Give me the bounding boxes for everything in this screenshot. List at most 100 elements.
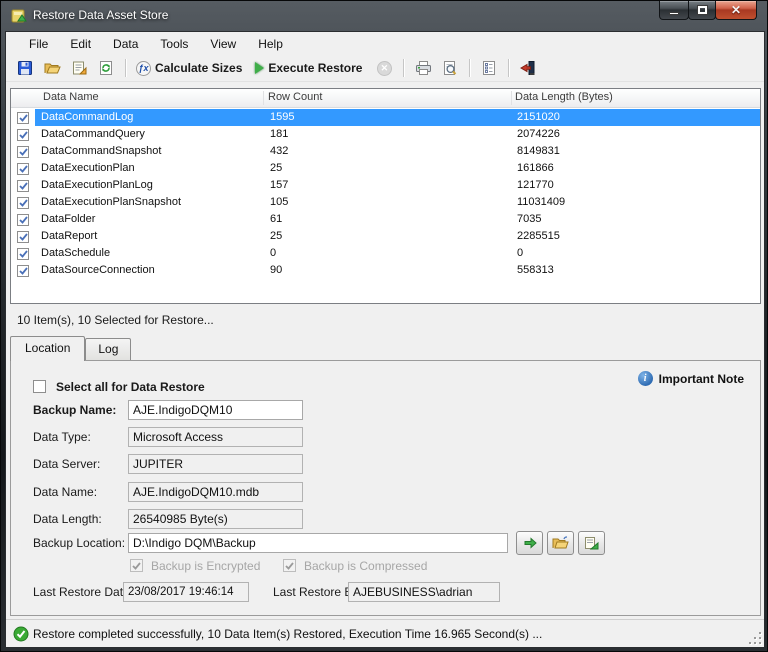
data-name-label: Data Name: xyxy=(33,482,97,502)
row-checkbox[interactable] xyxy=(11,194,35,211)
row-length: 2151020 xyxy=(517,109,560,126)
title-bar[interactable]: Restore Data Asset Store ✕ xyxy=(1,1,767,31)
report-icon xyxy=(481,60,497,76)
important-note-link[interactable]: i Important Note xyxy=(638,371,744,386)
row-data-name: DataSchedule xyxy=(41,245,110,262)
row-count: 90 xyxy=(270,262,282,279)
execute-restore-label: Execute Restore xyxy=(268,61,362,75)
table-row[interactable]: DataCommandLog 1595 2151020 xyxy=(11,109,760,126)
calculate-sizes-button[interactable]: ƒx Calculate Sizes xyxy=(134,57,248,79)
play-icon xyxy=(255,62,264,74)
close-icon: ✕ xyxy=(731,3,741,17)
toolbar-separator xyxy=(125,59,126,77)
column-header-data-name[interactable]: Data Name xyxy=(43,91,99,103)
print-button[interactable] xyxy=(412,57,434,79)
row-length: 2074226 xyxy=(517,126,560,143)
table-row[interactable]: DataReport252285515 xyxy=(11,228,760,245)
calculate-icon: ƒx xyxy=(136,61,151,76)
menu-item-help[interactable]: Help xyxy=(247,34,294,54)
row-data-name: DataSourceConnection xyxy=(41,262,155,279)
row-checkbox[interactable] xyxy=(11,262,35,279)
exit-button[interactable] xyxy=(517,57,539,79)
menu-item-data[interactable]: Data xyxy=(102,34,149,54)
properties-button[interactable] xyxy=(68,57,90,79)
row-checkbox[interactable] xyxy=(11,126,35,143)
print-preview-icon xyxy=(442,60,458,76)
table-row[interactable]: DataExecutionPlanSnapshot 105 11031409 xyxy=(11,194,760,211)
selection-summary: 10 Item(s), 10 Selected for Restore... xyxy=(10,305,761,335)
backup-name-input[interactable] xyxy=(128,400,303,420)
minimize-button[interactable] xyxy=(659,1,689,20)
row-count: 105 xyxy=(270,194,288,211)
row-length: 161866 xyxy=(517,160,554,177)
execute-restore-button[interactable]: Execute Restore xyxy=(253,57,368,79)
open-button[interactable] xyxy=(41,57,63,79)
menu-item-view[interactable]: View xyxy=(199,34,247,54)
table-row[interactable]: DataExecutionPlan25161866 xyxy=(11,160,760,177)
info-icon: i xyxy=(638,371,653,386)
menu-item-edit[interactable]: Edit xyxy=(59,34,102,54)
menu-bar: File Edit Data Tools View Help xyxy=(6,32,764,55)
tab-log[interactable]: Log xyxy=(85,338,131,360)
backup-location-input[interactable] xyxy=(128,533,508,553)
print-preview-button[interactable] xyxy=(439,57,461,79)
minimize-icon xyxy=(669,12,679,15)
maximize-icon xyxy=(698,6,707,14)
resize-grip[interactable] xyxy=(748,631,761,644)
table-row[interactable]: DataExecutionPlanLog157121770 xyxy=(11,177,760,194)
location-properties-icon xyxy=(584,536,599,550)
success-check-icon xyxy=(13,626,29,642)
checkbox-checked-icon xyxy=(19,182,28,190)
column-header-data-length[interactable]: Data Length (Bytes) xyxy=(515,91,613,103)
row-data-name: DataFolder xyxy=(41,211,95,228)
close-button[interactable]: ✕ xyxy=(715,1,757,20)
report-button[interactable] xyxy=(478,57,500,79)
table-row[interactable]: DataCommandQuery1812074226 xyxy=(11,126,760,143)
toolbar-separator xyxy=(403,59,404,77)
row-checkbox[interactable] xyxy=(11,211,35,228)
tab-location[interactable]: Location xyxy=(10,336,85,361)
row-checkbox[interactable] xyxy=(11,177,35,194)
row-checkbox[interactable] xyxy=(11,160,35,177)
row-length: 2285515 xyxy=(517,228,560,245)
row-checkbox[interactable] xyxy=(11,228,35,245)
column-header-row-count[interactable]: Row Count xyxy=(268,91,322,103)
row-count: 1595 xyxy=(270,109,294,126)
row-length: 11031409 xyxy=(517,194,565,211)
encrypted-label: Backup is Encrypted xyxy=(151,559,260,573)
browse-folder-button[interactable] xyxy=(547,531,574,555)
row-checkbox[interactable] xyxy=(11,109,35,126)
select-all-checkbox[interactable] xyxy=(33,380,46,393)
data-name-field xyxy=(128,482,303,502)
print-icon xyxy=(415,60,432,76)
table-row[interactable]: DataSchedule00 xyxy=(11,245,760,262)
column-divider xyxy=(263,91,264,105)
table-row[interactable]: DataFolder617035 xyxy=(11,211,760,228)
window-title: Restore Data Asset Store xyxy=(33,8,168,22)
backup-name-label: Backup Name: xyxy=(33,400,116,420)
table-row[interactable]: DataCommandSnapshot4328149831 xyxy=(11,143,760,160)
menu-item-file[interactable]: File xyxy=(18,34,59,54)
exit-icon xyxy=(520,60,536,76)
row-checkbox[interactable] xyxy=(11,143,35,160)
table-row[interactable]: DataSourceConnection90558313 xyxy=(11,262,760,279)
row-length: 7035 xyxy=(517,211,541,228)
refresh-button[interactable] xyxy=(95,57,117,79)
checkbox-checked-icon xyxy=(19,131,28,139)
save-button[interactable] xyxy=(14,57,36,79)
row-checkbox[interactable] xyxy=(11,245,35,262)
checkbox-checked-icon xyxy=(19,216,28,224)
row-data-name: DataCommandLog xyxy=(41,109,133,126)
open-location-button[interactable] xyxy=(578,531,605,555)
save-icon xyxy=(17,60,33,76)
toolbar-separator xyxy=(469,59,470,77)
grid-header: Data Name Row Count Data Length (Bytes) xyxy=(11,89,760,108)
maximize-button[interactable] xyxy=(688,1,716,20)
row-data-name: DataExecutionPlanSnapshot xyxy=(41,194,181,211)
compressed-checkbox xyxy=(283,559,296,572)
app-icon xyxy=(11,8,27,24)
status-message: Restore completed successfully, 10 Data … xyxy=(33,620,542,648)
open-folder-icon xyxy=(44,60,61,76)
menu-item-tools[interactable]: Tools xyxy=(149,34,199,54)
go-button[interactable] xyxy=(516,531,543,555)
